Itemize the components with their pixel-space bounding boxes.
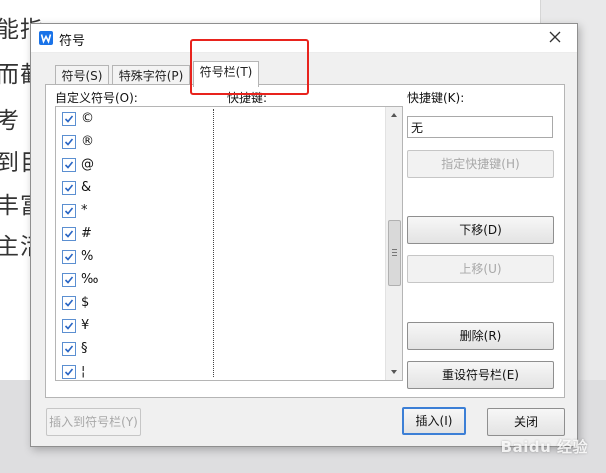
symbol-checkbox[interactable] [62,158,76,172]
list-item[interactable]: ¦ [56,361,386,380]
symbol-checkbox[interactable] [62,319,76,333]
reset-symbol-bar-button[interactable]: 重设符号栏(E) [407,361,554,389]
list-item[interactable]: @ [56,154,386,177]
dialog-title: 符号 [59,34,86,49]
symbol-checkbox[interactable] [62,365,76,379]
symbol-glyph: ¥ [81,318,90,333]
red-highlight-box [190,39,309,95]
list-scrollbar[interactable] [385,107,402,380]
list-item[interactable]: # [56,223,386,246]
list-item[interactable]: $ [56,292,386,315]
symbol-dialog: 符号 符号(S) 特殊字符(P) 符号栏(T) 自定义符号(O): 快捷键: 快… [30,23,578,447]
symbol-glyph: § [81,341,88,356]
shortcut-field-label: 快捷键(K): [407,91,465,105]
symbol-glyph: & [81,180,92,195]
symbol-glyph: % [81,249,94,264]
symbol-glyph: @ [81,157,94,172]
symbol-glyph: ¦ [81,364,86,379]
list-item[interactable]: ¥ [56,315,386,338]
list-item[interactable]: ‰ [56,269,386,292]
move-up-button[interactable]: 上移(U) [407,255,554,283]
symbol-checkbox[interactable] [62,135,76,149]
custom-symbol-list[interactable]: © ® @ & * #% ‰ $ ¥ § ¦ [55,106,403,381]
symbol-glyph: # [81,226,92,241]
assign-shortcut-button[interactable]: 指定快捷键(H) [407,150,554,178]
symbol-checkbox[interactable] [62,296,76,310]
insert-to-symbol-bar-button[interactable]: 插入到符号栏(Y) [46,408,141,436]
symbol-checkbox[interactable] [62,342,76,356]
symbol-checkbox[interactable] [62,181,76,195]
insert-button[interactable]: 插入(I) [402,407,466,435]
symbol-glyph: © [81,111,94,126]
symbol-glyph: ‰ [81,272,99,287]
list-item[interactable]: § [56,338,386,361]
symbol-glyph: ® [81,134,94,149]
doc-line: 考 [0,108,20,134]
list-item[interactable]: * [56,200,386,223]
symbol-glyph: $ [81,295,90,310]
scroll-down-arrow-icon[interactable] [386,364,402,380]
tab-special-characters[interactable]: 特殊字符(P) [112,65,190,86]
wps-logo-icon [39,31,53,45]
list-item[interactable]: ® [56,131,386,154]
scroll-up-arrow-icon[interactable] [386,107,402,123]
close-button[interactable]: 关闭 [487,408,565,436]
scrollbar-thumb[interactable] [388,220,401,286]
symbol-checkbox[interactable] [62,273,76,287]
symbol-checkbox[interactable] [62,112,76,126]
symbol-checkbox[interactable] [62,204,76,218]
list-item[interactable]: & [56,177,386,200]
delete-button[interactable]: 删除(R) [407,322,554,350]
move-down-button[interactable]: 下移(D) [407,216,554,244]
list-item[interactable]: © [56,108,386,131]
custom-symbols-label: 自定义符号(O): [55,91,138,105]
symbol-checkbox[interactable] [62,227,76,241]
baidu-watermark: Baidu 经验 [500,438,588,456]
symbol-glyph: * [81,203,88,218]
symbol-checkbox[interactable] [62,250,76,264]
shortcut-field[interactable]: 无 [407,116,553,138]
tab-panel-symbol-bar: 自定义符号(O): 快捷键: 快捷键(K): © ® @ & * #% ‰ $ ¥ § ¦ 无 指定… [45,84,565,398]
list-item[interactable]: % [56,246,386,269]
close-icon[interactable] [547,29,563,45]
tab-symbols[interactable]: 符号(S) [55,65,109,86]
